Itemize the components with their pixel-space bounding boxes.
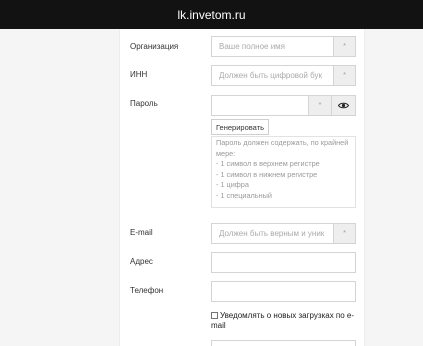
address-field[interactable]	[211, 252, 356, 273]
site-title: lk.invetom.ru	[177, 7, 246, 22]
eye-icon	[338, 102, 349, 109]
notify-label: Уведомлять о новых загрузках по e-mail	[211, 311, 355, 330]
hint-line: Пароль должен содержать, по крайней	[216, 138, 349, 147]
organization-label: Организация	[130, 42, 179, 51]
next-field-partial[interactable]	[211, 340, 356, 346]
organization-placeholder: Ваше полное имя	[219, 42, 285, 51]
hint-line: - 1 специальный	[216, 190, 272, 200]
notify-option[interactable]: Уведомлять о новых загрузках по e-mail	[211, 311, 361, 330]
required-marker: *	[308, 95, 332, 116]
organization-field[interactable]: Ваше полное имя *	[211, 36, 356, 57]
hint-line: - 1 символ в верхнем регистре	[216, 159, 320, 169]
hint-line: - 1 символ в нижнем регистре	[216, 169, 318, 179]
generate-password-button[interactable]: Генерировать	[211, 119, 269, 135]
phone-label: Телефон	[130, 286, 164, 295]
required-marker: *	[333, 66, 355, 85]
hint-line: мере:	[216, 148, 236, 158]
email-label: E-mail	[130, 228, 153, 237]
hint-line: - 1 цифра	[216, 180, 249, 190]
inn-label: ИНН	[130, 70, 148, 79]
password-requirements-hint: Пароль должен содержать, по крайней мере…	[211, 136, 356, 208]
address-label: Адрес	[130, 257, 153, 266]
password-label: Пароль	[130, 99, 158, 108]
required-marker: *	[333, 37, 355, 56]
browser-title-bar: lk.invetom.ru	[0, 0, 423, 29]
notify-checkbox[interactable]	[211, 312, 218, 319]
email-field[interactable]: Должен быть верным и уник *	[211, 223, 356, 244]
email-placeholder: Должен быть верным и уник	[219, 229, 325, 238]
show-password-toggle[interactable]	[331, 95, 356, 116]
password-field[interactable]	[211, 95, 309, 116]
phone-field[interactable]	[211, 281, 356, 302]
inn-field[interactable]: Должен быть цифровой бук *	[211, 65, 356, 86]
inn-placeholder: Должен быть цифровой бук	[219, 71, 323, 80]
required-marker: *	[333, 224, 355, 243]
